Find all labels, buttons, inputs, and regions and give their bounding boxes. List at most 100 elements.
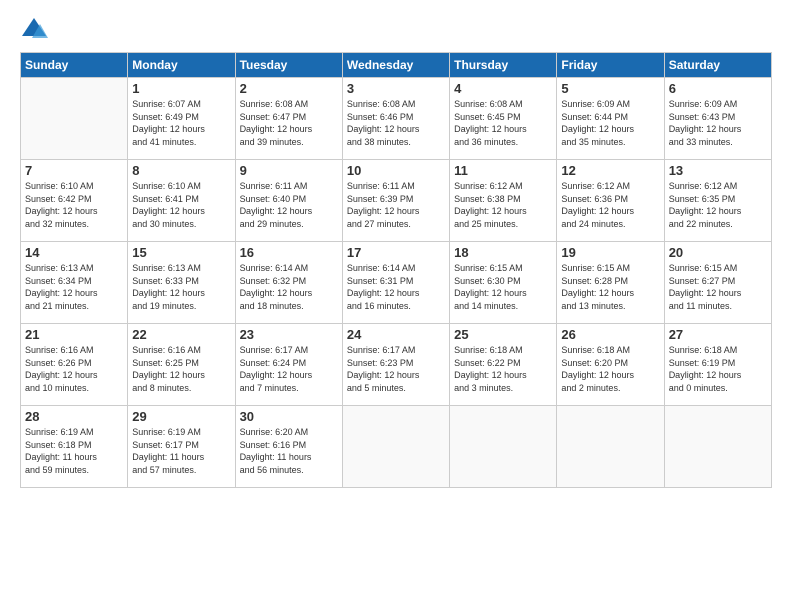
calendar-cell: 15 Sunrise: 6:13 AM Sunset: 6:33 PM Dayli… — [128, 242, 235, 324]
calendar-cell — [557, 406, 664, 488]
day-info: Sunrise: 6:12 AM Sunset: 6:35 PM Dayligh… — [669, 180, 767, 230]
day-info: Sunrise: 6:08 AM Sunset: 6:46 PM Dayligh… — [347, 98, 445, 148]
day-info: Sunrise: 6:18 AM Sunset: 6:20 PM Dayligh… — [561, 344, 659, 394]
day-info: Sunrise: 6:09 AM Sunset: 6:43 PM Dayligh… — [669, 98, 767, 148]
calendar-cell: 23Sunrise: 6:17 AM Sunset: 6:24 PM Dayli… — [235, 324, 342, 406]
logo-icon — [20, 16, 48, 44]
calendar-cell: 30 Sunrise: 6:20 AM Sunset: 6:16 PM Dayli… — [235, 406, 342, 488]
calendar-cell: 5 Sunrise: 6:09 AM Sunset: 6:44 PM Daylig… — [557, 78, 664, 160]
day-number: 12 — [561, 163, 659, 178]
day-info: Sunrise: 6:17 AM Sunset: 6:23 PM Dayligh… — [347, 344, 445, 394]
day-number: 6 — [669, 81, 767, 96]
day-number: 18 — [454, 245, 552, 260]
day-info: Sunrise: 6:17 AM Sunset: 6:24 PM Dayligh… — [240, 344, 338, 394]
calendar-cell: 2 Sunrise: 6:08 AM Sunset: 6:47 PM Daylig… — [235, 78, 342, 160]
day-number: 28 — [25, 409, 123, 424]
calendar-cell: 29Sunrise: 6:19 AM Sunset: 6:17 PM Dayli… — [128, 406, 235, 488]
day-number: 13 — [669, 163, 767, 178]
day-number: 2 — [240, 81, 338, 96]
calendar-cell: 21Sunrise: 6:16 AM Sunset: 6:26 PM Dayli… — [21, 324, 128, 406]
calendar-cell — [450, 406, 557, 488]
day-number: 4 — [454, 81, 552, 96]
page-header — [20, 16, 772, 44]
calendar-cell: 22 Sunrise: 6:16 AM Sunset: 6:25 PM Dayli… — [128, 324, 235, 406]
calendar-cell — [21, 78, 128, 160]
day-of-week-header: Sunday — [21, 53, 128, 78]
day-number: 11 — [454, 163, 552, 178]
day-info: Sunrise: 6:10 AM Sunset: 6:42 PM Dayligh… — [25, 180, 123, 230]
day-number: 30 — [240, 409, 338, 424]
calendar-cell: 27 Sunrise: 6:18 AM Sunset: 6:19 PM Dayli… — [664, 324, 771, 406]
day-info: Sunrise: 6:08 AM Sunset: 6:45 PM Dayligh… — [454, 98, 552, 148]
day-info: Sunrise: 6:08 AM Sunset: 6:47 PM Dayligh… — [240, 98, 338, 148]
day-number: 24 — [347, 327, 445, 342]
day-of-week-header: Saturday — [664, 53, 771, 78]
calendar-cell: 4 Sunrise: 6:08 AM Sunset: 6:45 PM Daylig… — [450, 78, 557, 160]
calendar-cell: 14 Sunrise: 6:13 AM Sunset: 6:34 PM Dayli… — [21, 242, 128, 324]
day-info: Sunrise: 6:11 AM Sunset: 6:39 PM Dayligh… — [347, 180, 445, 230]
calendar-cell: 28 Sunrise: 6:19 AM Sunset: 6:18 PM Dayli… — [21, 406, 128, 488]
calendar-cell: 19 Sunrise: 6:15 AM Sunset: 6:28 PM Dayli… — [557, 242, 664, 324]
calendar-cell: 17 Sunrise: 6:14 AM Sunset: 6:31 PM Dayli… — [342, 242, 449, 324]
day-number: 10 — [347, 163, 445, 178]
calendar-cell: 10 Sunrise: 6:11 AM Sunset: 6:39 PM Dayli… — [342, 160, 449, 242]
day-of-week-header: Wednesday — [342, 53, 449, 78]
day-info: Sunrise: 6:10 AM Sunset: 6:41 PM Dayligh… — [132, 180, 230, 230]
day-of-week-header: Monday — [128, 53, 235, 78]
day-number: 16 — [240, 245, 338, 260]
day-info: Sunrise: 6:07 AM Sunset: 6:49 PM Dayligh… — [132, 98, 230, 148]
day-number: 17 — [347, 245, 445, 260]
day-info: Sunrise: 6:11 AM Sunset: 6:40 PM Dayligh… — [240, 180, 338, 230]
calendar-cell — [342, 406, 449, 488]
day-info: Sunrise: 6:16 AM Sunset: 6:25 PM Dayligh… — [132, 344, 230, 394]
day-info: Sunrise: 6:15 AM Sunset: 6:27 PM Dayligh… — [669, 262, 767, 312]
day-info: Sunrise: 6:18 AM Sunset: 6:19 PM Dayligh… — [669, 344, 767, 394]
day-info: Sunrise: 6:20 AM Sunset: 6:16 PM Dayligh… — [240, 426, 338, 476]
calendar-cell: 20 Sunrise: 6:15 AM Sunset: 6:27 PM Dayli… — [664, 242, 771, 324]
day-of-week-header: Friday — [557, 53, 664, 78]
calendar-cell: 26 Sunrise: 6:18 AM Sunset: 6:20 PM Dayli… — [557, 324, 664, 406]
calendar-cell: 18 Sunrise: 6:15 AM Sunset: 6:30 PM Dayli… — [450, 242, 557, 324]
day-info: Sunrise: 6:14 AM Sunset: 6:31 PM Dayligh… — [347, 262, 445, 312]
day-number: 27 — [669, 327, 767, 342]
day-info: Sunrise: 6:18 AM Sunset: 6:22 PM Dayligh… — [454, 344, 552, 394]
calendar-cell: 3 Sunrise: 6:08 AM Sunset: 6:46 PM Daylig… — [342, 78, 449, 160]
calendar-cell: 1Sunrise: 6:07 AM Sunset: 6:49 PM Daylig… — [128, 78, 235, 160]
calendar-cell: 12Sunrise: 6:12 AM Sunset: 6:36 PM Dayli… — [557, 160, 664, 242]
day-info: Sunrise: 6:19 AM Sunset: 6:18 PM Dayligh… — [25, 426, 123, 476]
day-number: 19 — [561, 245, 659, 260]
day-number: 7 — [25, 163, 123, 178]
calendar-cell: 6 Sunrise: 6:09 AM Sunset: 6:43 PM Daylig… — [664, 78, 771, 160]
calendar-cell: 25 Sunrise: 6:18 AM Sunset: 6:22 PM Dayli… — [450, 324, 557, 406]
calendar-cell — [664, 406, 771, 488]
day-info: Sunrise: 6:13 AM Sunset: 6:33 PM Dayligh… — [132, 262, 230, 312]
calendar-cell: 11 Sunrise: 6:12 AM Sunset: 6:38 PM Dayli… — [450, 160, 557, 242]
day-info: Sunrise: 6:19 AM Sunset: 6:17 PM Dayligh… — [132, 426, 230, 476]
day-info: Sunrise: 6:15 AM Sunset: 6:28 PM Dayligh… — [561, 262, 659, 312]
day-number: 5 — [561, 81, 659, 96]
calendar-cell: 24 Sunrise: 6:17 AM Sunset: 6:23 PM Dayli… — [342, 324, 449, 406]
calendar-header: SundayMondayTuesdayWednesdayThursdayFrid… — [21, 53, 772, 78]
day-info: Sunrise: 6:12 AM Sunset: 6:38 PM Dayligh… — [454, 180, 552, 230]
calendar-cell: 9 Sunrise: 6:11 AM Sunset: 6:40 PM Daylig… — [235, 160, 342, 242]
day-number: 21 — [25, 327, 123, 342]
day-info: Sunrise: 6:09 AM Sunset: 6:44 PM Dayligh… — [561, 98, 659, 148]
day-number: 15 — [132, 245, 230, 260]
day-info: Sunrise: 6:15 AM Sunset: 6:30 PM Dayligh… — [454, 262, 552, 312]
day-number: 25 — [454, 327, 552, 342]
day-info: Sunrise: 6:14 AM Sunset: 6:32 PM Dayligh… — [240, 262, 338, 312]
day-number: 9 — [240, 163, 338, 178]
day-number: 26 — [561, 327, 659, 342]
day-number: 8 — [132, 163, 230, 178]
calendar-cell: 8 Sunrise: 6:10 AM Sunset: 6:41 PM Daylig… — [128, 160, 235, 242]
calendar-cell: 13 Sunrise: 6:12 AM Sunset: 6:35 PM Dayli… — [664, 160, 771, 242]
day-number: 20 — [669, 245, 767, 260]
day-of-week-header: Thursday — [450, 53, 557, 78]
calendar-table: SundayMondayTuesdayWednesdayThursdayFrid… — [20, 52, 772, 488]
day-info: Sunrise: 6:13 AM Sunset: 6:34 PM Dayligh… — [25, 262, 123, 312]
calendar-cell: 7 Sunrise: 6:10 AM Sunset: 6:42 PM Daylig… — [21, 160, 128, 242]
day-number: 14 — [25, 245, 123, 260]
day-number: 3 — [347, 81, 445, 96]
day-of-week-header: Tuesday — [235, 53, 342, 78]
day-number: 22 — [132, 327, 230, 342]
